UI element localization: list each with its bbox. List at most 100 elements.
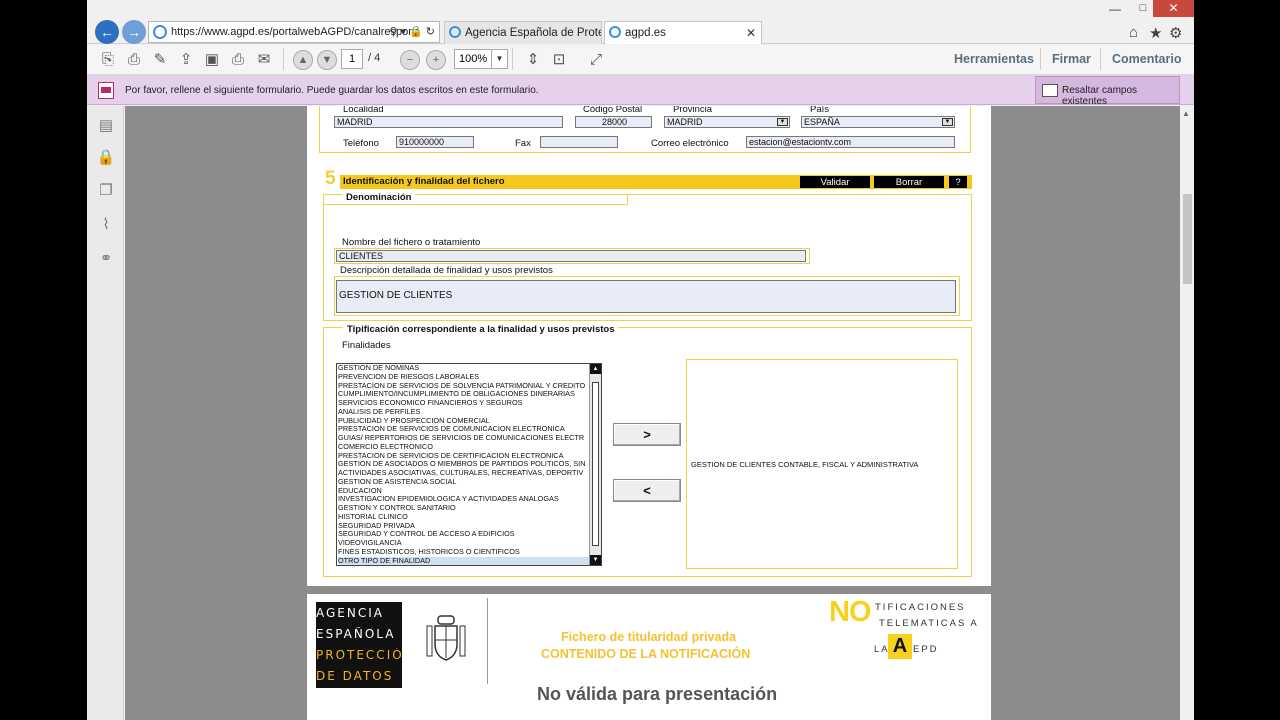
provincia-label: Provincia bbox=[673, 106, 713, 115]
toolbar-divider bbox=[1040, 48, 1041, 70]
page-number-input[interactable]: 1 bbox=[341, 49, 363, 69]
pages-icon[interactable]: ▤ bbox=[96, 116, 116, 136]
layers-icon[interactable]: ❐ bbox=[96, 181, 116, 201]
list-item[interactable]: PRESTACION DE SERVICIOS DE COMUNICACION … bbox=[338, 425, 590, 434]
ie-icon bbox=[449, 26, 461, 38]
section-number: 5 bbox=[325, 168, 336, 189]
lock-icon[interactable]: 🔒 bbox=[96, 148, 116, 168]
list-item[interactable]: OTRO TIPO DE FINALIDAD bbox=[338, 556, 590, 565]
highlight-fields-button[interactable]: Resaltar campos existentes bbox=[1035, 76, 1180, 107]
scroll-up-icon[interactable]: ▲ bbox=[590, 364, 601, 374]
page2-title: Fichero de titularidad privada bbox=[561, 630, 737, 644]
fit-page-icon[interactable]: ⊡ bbox=[549, 50, 569, 70]
scrollbar-thumb[interactable] bbox=[592, 382, 599, 546]
list-item[interactable]: EDUCACION bbox=[338, 487, 590, 496]
listbox-scrollbar[interactable]: ▲ ▼ bbox=[589, 364, 601, 565]
localidad-field[interactable]: MADRID bbox=[334, 116, 563, 128]
list-item[interactable]: GESTION Y CONTROL SANITARIO bbox=[338, 504, 590, 513]
fax-label: Fax bbox=[515, 138, 531, 149]
edit-pdf-icon[interactable]: ✎ bbox=[150, 50, 170, 70]
list-item[interactable]: COMERCIO ELECTRONICO bbox=[338, 443, 590, 452]
email-label: Correo electrónico bbox=[651, 138, 729, 149]
list-item[interactable]: GESTION DE NOMINAS bbox=[338, 364, 590, 373]
nombre-field[interactable]: CLIENTES bbox=[336, 250, 806, 262]
create-pdf-icon[interactable]: ⎘ bbox=[98, 50, 118, 70]
address-tools-icon[interactable]: ⚲ ▾ 🔒 ↻ bbox=[389, 25, 435, 38]
logo-line: PROTECCIÓN bbox=[316, 648, 402, 662]
favorites-icon[interactable]: ★ bbox=[1149, 24, 1162, 42]
zoom-in-button[interactable]: + bbox=[426, 50, 446, 70]
fit-width-icon[interactable]: ⇕ bbox=[523, 50, 543, 70]
scroll-down-icon[interactable]: ▼ bbox=[590, 555, 601, 565]
nota-logo-line: TELEMATICAS A bbox=[879, 618, 979, 629]
list-item[interactable]: GUIAS/ REPERTORIOS DE SERVICIOS DE COMUN… bbox=[338, 434, 590, 443]
chevron-down-icon: ▼ bbox=[491, 50, 507, 68]
validate-button[interactable]: Validar bbox=[799, 175, 871, 189]
toolbar-divider bbox=[512, 48, 513, 70]
home-icon[interactable]: ⌂ bbox=[1129, 24, 1138, 41]
provincia-value: MADRID bbox=[667, 117, 703, 127]
print-icon[interactable]: ⎙ bbox=[228, 50, 248, 70]
chevron-down-icon: ▼ bbox=[777, 118, 788, 126]
form-icon bbox=[98, 82, 114, 99]
delete-button[interactable]: Borrar bbox=[873, 175, 945, 189]
list-item[interactable]: FINES ESTADISTICOS, HISTORICOS O CIENTIF… bbox=[338, 548, 590, 557]
tab-agencia[interactable]: Agencia Española de Protecció... bbox=[444, 21, 602, 44]
previous-page-button[interactable]: ▲ bbox=[293, 50, 313, 70]
list-item[interactable]: SERVICIOS ECONOMICO FINANCIEROS Y SEGURO… bbox=[338, 399, 590, 408]
logo-line: AGENCIA bbox=[316, 606, 384, 620]
email-field[interactable]: estacion@estaciontv.com bbox=[746, 136, 955, 148]
scroll-up-icon[interactable]: ▲ bbox=[1182, 109, 1190, 118]
back-button[interactable]: ← bbox=[95, 20, 119, 44]
list-item[interactable]: PRESTACION DE SERVICIOS DE SOLVENCIA PAT… bbox=[338, 382, 590, 391]
list-item[interactable]: ACTIVIDADES ASOCIATIVAS, CULTURALES, REC… bbox=[338, 469, 590, 478]
finalidades-listbox[interactable]: GESTION DE NOMINAS PREVENCION DE RIESGOS … bbox=[336, 363, 602, 566]
binoculars-icon[interactable]: ⚭ bbox=[96, 249, 116, 269]
list-item[interactable]: GESTION DE ASOCIADOS O MIEMBROS DE PARTI… bbox=[338, 460, 590, 469]
list-item[interactable]: CUMPLIMIENTO/INCUMPLIMIENTO DE OBLIGACIO… bbox=[338, 390, 590, 399]
cp-field[interactable]: 28000 bbox=[575, 116, 652, 128]
document-scrollbar[interactable]: ▲ bbox=[1180, 106, 1194, 720]
list-item[interactable]: HISTORIAL CLINICO bbox=[338, 513, 590, 522]
list-item[interactable]: ANALISIS DE PERFILES bbox=[338, 408, 590, 417]
list-item[interactable]: INVESTIGACION EPIDEMIOLOGICA Y ACTIVIDAD… bbox=[338, 495, 590, 504]
list-item[interactable]: GESTION DE ASISTENCIA SOCIAL bbox=[338, 478, 590, 487]
close-tab-icon[interactable]: ✕ bbox=[746, 26, 756, 40]
forward-button[interactable]: → bbox=[122, 20, 146, 44]
email-icon[interactable]: ✉ bbox=[254, 50, 274, 70]
settings-icon[interactable]: ⚙ bbox=[1169, 24, 1182, 42]
tools-link[interactable]: Herramientas bbox=[954, 52, 1034, 66]
sign-link[interactable]: Firmar bbox=[1052, 52, 1091, 66]
save-icon[interactable]: ▣ bbox=[202, 50, 222, 70]
telefono-field[interactable]: 910000000 bbox=[396, 136, 474, 148]
list-item[interactable]: PREVENCION DE RIESGOS LABORALES bbox=[338, 373, 590, 382]
list-item[interactable]: SEGURIDAD Y CONTROL DE ACCESO A EDIFICIO… bbox=[338, 530, 590, 539]
attachment-icon[interactable]: ⌇ bbox=[96, 215, 116, 235]
comment-link[interactable]: Comentario bbox=[1112, 52, 1181, 66]
add-finalidad-button[interactable]: > bbox=[613, 423, 681, 446]
scrollbar-thumb[interactable] bbox=[1183, 194, 1192, 284]
browser-window: ← → https://www.agpd.es/portalwebAGPD/ca… bbox=[87, 0, 1194, 720]
list-item[interactable]: SEGURIDAD PRIVADA bbox=[338, 522, 590, 531]
list-item[interactable]: VIDEOVIGILANCIA bbox=[338, 539, 590, 548]
selected-finalidades-box[interactable]: GESTION DE CLIENTES CONTABLE, FISCAL Y A… bbox=[686, 359, 958, 569]
zoom-select[interactable]: 100% ▼ bbox=[454, 49, 508, 69]
upload-icon[interactable]: ⇪ bbox=[176, 50, 196, 70]
export-pdf-icon[interactable]: ⎙ bbox=[124, 50, 144, 70]
pais-select[interactable]: ESPAÑA ▼ bbox=[801, 116, 955, 128]
close-button[interactable]: ✕ bbox=[1153, 0, 1194, 17]
minimize-button[interactable]: — bbox=[1102, 2, 1128, 16]
address-bar[interactable]: https://www.agpd.es/portalwebAGPD/canalr… bbox=[148, 21, 440, 43]
remove-finalidad-button[interactable]: < bbox=[613, 479, 681, 502]
help-button[interactable]: ? bbox=[948, 175, 968, 189]
zoom-out-button[interactable]: − bbox=[400, 50, 420, 70]
next-page-button[interactable]: ▼ bbox=[317, 50, 337, 70]
provincia-select[interactable]: MADRID ▼ bbox=[664, 116, 790, 128]
list-item[interactable]: PRESTACION DE SERVICIOS DE CERTIFICACION… bbox=[338, 452, 590, 461]
fullscreen-icon[interactable]: ⤢ bbox=[586, 50, 606, 70]
tab-agpd[interactable]: agpd.es ✕ bbox=[604, 21, 762, 44]
list-item[interactable]: PUBLICIDAD Y PROSPECCION COMERCIAL bbox=[338, 417, 590, 426]
fax-field[interactable] bbox=[540, 136, 618, 148]
descripcion-field[interactable]: GESTION DE CLIENTES bbox=[336, 280, 956, 313]
chevron-down-icon: ▼ bbox=[942, 118, 953, 126]
